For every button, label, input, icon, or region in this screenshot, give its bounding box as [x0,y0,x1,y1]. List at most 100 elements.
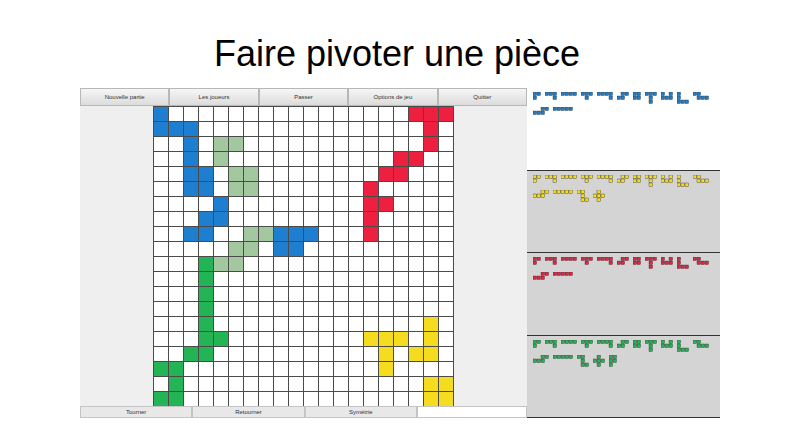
piece-icon[interactable] [617,257,629,265]
board-cell[interactable] [319,182,333,196]
board-cell[interactable] [199,242,213,256]
board-cell[interactable] [199,137,213,151]
piece-icon[interactable] [677,257,689,269]
board-cell[interactable] [394,137,408,151]
board-cell[interactable] [409,197,423,211]
board-cell[interactable] [424,362,438,376]
board-cell[interactable] [334,392,348,406]
board-cell[interactable] [199,107,213,121]
board-cell[interactable] [379,242,393,256]
board-cell[interactable] [169,332,183,346]
board-cell[interactable] [289,212,303,226]
board-cell[interactable] [229,137,243,151]
board-cell[interactable] [304,302,318,316]
board-cell[interactable] [334,137,348,151]
board-cell[interactable] [319,137,333,151]
board-cell[interactable] [304,212,318,226]
board-cell[interactable] [319,212,333,226]
piece-icon[interactable] [533,175,541,183]
board-cell[interactable] [394,257,408,271]
board-cell[interactable] [409,257,423,271]
board-cell[interactable] [424,137,438,151]
board-cell[interactable] [364,317,378,331]
board-cell[interactable] [394,317,408,331]
board-cell[interactable] [184,302,198,316]
board-cell[interactable] [289,302,303,316]
board-cell[interactable] [424,107,438,121]
piece-icon[interactable] [533,190,549,198]
piece-icon[interactable] [617,92,629,100]
board-cell[interactable] [409,317,423,331]
board-cell[interactable] [229,272,243,286]
board-cell[interactable] [349,302,363,316]
board-cell[interactable] [364,272,378,286]
piece-icon[interactable] [693,175,709,183]
board-cell[interactable] [334,122,348,136]
board-cell[interactable] [169,272,183,286]
board-cell[interactable] [229,227,243,241]
board-cell[interactable] [379,302,393,316]
menu-button[interactable]: Nouvelle partie [80,88,169,106]
board-cell[interactable] [199,377,213,391]
board-cell[interactable] [154,272,168,286]
board-cell[interactable] [394,107,408,121]
board-cell[interactable] [289,332,303,346]
action-button[interactable]: Retourner [192,406,304,418]
piece-icon[interactable] [593,355,605,367]
board-cell[interactable] [409,272,423,286]
board-cell[interactable] [289,197,303,211]
board-cell[interactable] [409,347,423,361]
board-cell[interactable] [169,242,183,256]
board-cell[interactable] [154,197,168,211]
board-cell[interactable] [259,362,273,376]
board-cell[interactable] [229,182,243,196]
piece-icon[interactable] [645,257,657,269]
piece-icon[interactable] [661,257,673,265]
board-cell[interactable] [154,242,168,256]
board-cell[interactable] [319,152,333,166]
board-cell[interactable] [229,347,243,361]
board-cell[interactable] [184,182,198,196]
board-cell[interactable] [229,212,243,226]
board-cell[interactable] [154,392,168,406]
board-cell[interactable] [229,152,243,166]
board-cell[interactable] [379,167,393,181]
board-cell[interactable] [439,302,453,316]
board-cell[interactable] [259,167,273,181]
board-cell[interactable] [169,257,183,271]
board-cell[interactable] [409,302,423,316]
menu-button[interactable]: Les joueurs [169,88,258,106]
piece-icon[interactable] [593,190,605,202]
board-cell[interactable] [274,107,288,121]
board-cell[interactable] [439,227,453,241]
board-cell[interactable] [169,152,183,166]
board-cell[interactable] [319,272,333,286]
board-cell[interactable] [379,377,393,391]
board-cell[interactable] [154,107,168,121]
board-cell[interactable] [199,392,213,406]
board-cell[interactable] [214,287,228,301]
board-cell[interactable] [199,302,213,316]
board-cell[interactable] [289,272,303,286]
board-cell[interactable] [304,137,318,151]
board-cell[interactable] [319,122,333,136]
piece-icon[interactable] [597,92,613,100]
board-cell[interactable] [199,167,213,181]
board-cell[interactable] [154,182,168,196]
piece-icon[interactable] [581,257,593,265]
board-cell[interactable] [424,197,438,211]
board-cell[interactable] [319,347,333,361]
board-cell[interactable] [379,362,393,376]
board-cell[interactable] [214,317,228,331]
board-cell[interactable] [274,152,288,166]
board-cell[interactable] [199,347,213,361]
board-cell[interactable] [349,257,363,271]
board-cell[interactable] [274,212,288,226]
board-cell[interactable] [439,272,453,286]
menu-button[interactable]: Quitter [438,88,527,106]
board-cell[interactable] [229,197,243,211]
board-cell[interactable] [424,302,438,316]
board-cell[interactable] [199,257,213,271]
board-cell[interactable] [409,167,423,181]
board-cell[interactable] [379,347,393,361]
